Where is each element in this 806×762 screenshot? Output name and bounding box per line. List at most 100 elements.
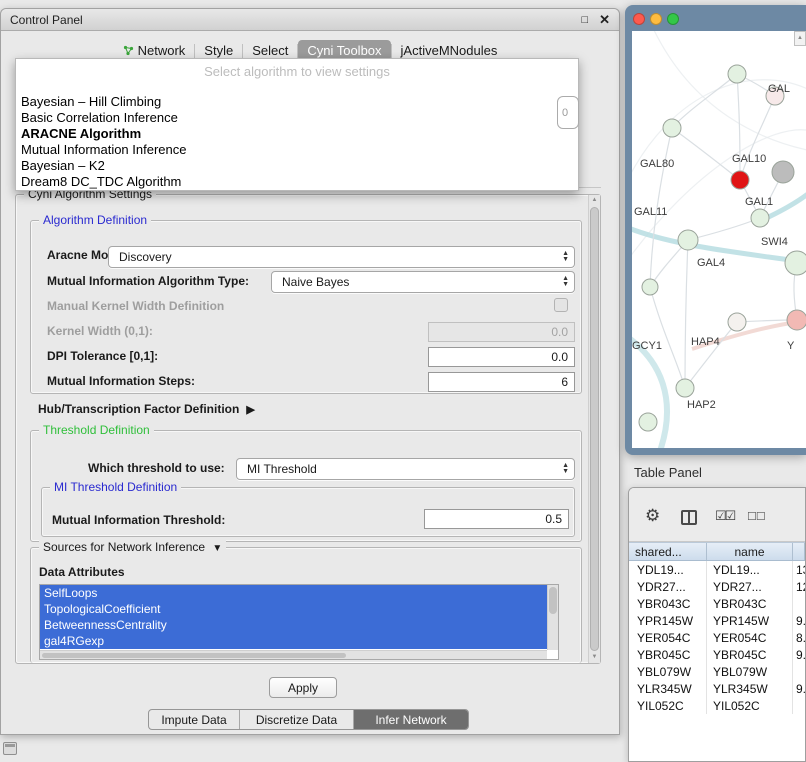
- tab-label: Impute Data: [161, 713, 226, 727]
- kernel-width-label: Kernel Width (0,1):: [47, 324, 153, 338]
- table-cell: 13: [793, 563, 805, 577]
- mi-threshold-field[interactable]: 0.5: [424, 509, 569, 529]
- minimize-traffic-light[interactable]: [650, 13, 662, 25]
- network-canvas[interactable]: ▲: [632, 31, 806, 448]
- network-node-red[interactable]: [731, 171, 749, 189]
- network-node[interactable]: [678, 230, 698, 250]
- table-row[interactable]: YER054C YER054C 8.: [629, 629, 805, 646]
- column-header-clipped[interactable]: [793, 543, 805, 560]
- list-horizontal-scrollbar[interactable]: [40, 650, 547, 659]
- table-row[interactable]: YBR043C YBR043C: [629, 595, 805, 612]
- apply-button[interactable]: Apply: [269, 677, 337, 698]
- field-value: 0.0: [551, 325, 568, 339]
- algorithm-option[interactable]: Dream8 DC_TDC Algorithm: [16, 174, 578, 190]
- table-row[interactable]: YPR145W YPR145W 9.: [629, 612, 805, 629]
- network-node-pink[interactable]: [787, 310, 806, 330]
- which-threshold-combobox[interactable]: MI Threshold ▲ ▼: [236, 458, 575, 480]
- table-row[interactable]: YIL052C YIL052C: [629, 697, 805, 714]
- table-cell: YDR27...: [629, 578, 707, 595]
- tab-label: Cyni Toolbox: [307, 43, 381, 58]
- manual-kernel-checkbox[interactable]: [554, 298, 568, 312]
- expanded-arrow-icon: ▼: [212, 543, 222, 554]
- field-value: 6: [561, 375, 568, 389]
- attribute-item-selected[interactable]: gal4RGexp: [40, 633, 547, 649]
- list-vertical-scrollbar[interactable]: [547, 585, 558, 650]
- table-row[interactable]: YLR345W YLR345W 9.: [629, 680, 805, 697]
- hub-transcription-section-toggle[interactable]: Hub/Transcription Factor Definition ▶: [38, 402, 255, 416]
- column-header-shared-name[interactable]: shared...: [629, 543, 707, 560]
- float-panel-icon[interactable]: [3, 742, 17, 755]
- network-node[interactable]: [676, 379, 694, 397]
- table-cell: YBR045C: [629, 646, 707, 663]
- float-icon[interactable]: □: [581, 14, 588, 26]
- network-node[interactable]: [663, 119, 681, 137]
- dpi-tolerance-label: DPI Tolerance [0,1]:: [47, 349, 158, 363]
- field-value: 0.5: [545, 512, 562, 526]
- combo-arrows-icon: ▲ ▼: [562, 276, 569, 288]
- data-attributes-list: SelfLoops TopologicalCoefficient Between…: [39, 584, 559, 660]
- threshold-definition-group: Threshold Definition Which threshold to …: [30, 430, 582, 542]
- attribute-item-selected[interactable]: BetweennessCentrality: [40, 617, 547, 633]
- scroll-down-icon[interactable]: ▼: [589, 652, 600, 663]
- network-edge: [685, 240, 688, 388]
- scrollbar-thumb[interactable]: [549, 587, 557, 614]
- canvas-scrollbar-stub[interactable]: ▲: [794, 31, 806, 46]
- scroll-up-icon[interactable]: ▲: [589, 195, 600, 206]
- mi-type-combobox[interactable]: Naive Bayes ▲ ▼: [271, 271, 575, 293]
- network-node[interactable]: [751, 209, 769, 227]
- network-edge: [672, 128, 740, 180]
- aracne-mode-combobox[interactable]: Discovery ▲ ▼: [108, 246, 575, 268]
- column-header-name[interactable]: name: [707, 543, 793, 560]
- node-label: GAL11: [634, 206, 667, 218]
- close-traffic-light[interactable]: [633, 13, 645, 25]
- kernel-width-field[interactable]: 0.0: [428, 322, 575, 342]
- table-cell: YLR345W: [707, 680, 793, 697]
- table-panel-window: ⚙ ☑☑ ☐☐ shared... name YDL19... YDL19...…: [628, 487, 806, 762]
- algorithm-option[interactable]: Basic Correlation Inference: [16, 110, 578, 126]
- zoom-traffic-light[interactable]: [667, 13, 679, 25]
- tab-discretize-data[interactable]: Discretize Data: [240, 710, 354, 729]
- bottom-tab-bar: Impute Data Discretize Data Infer Networ…: [148, 709, 469, 730]
- table-cell: YER054C: [707, 629, 793, 646]
- table-row[interactable]: YDL19... YDL19... 13: [629, 561, 805, 578]
- algorithm-option[interactable]: Mutual Information Inference: [16, 142, 578, 158]
- algorithm-option[interactable]: Bayesian – K2: [16, 158, 578, 174]
- algorithm-option[interactable]: Bayesian – Hill Climbing: [16, 94, 578, 110]
- deselect-all-icon[interactable]: ☐☐: [747, 510, 765, 523]
- close-icon[interactable]: ✕: [599, 12, 610, 28]
- network-node[interactable]: [728, 65, 746, 83]
- table-cell: YDL19...: [707, 561, 793, 578]
- network-node[interactable]: [728, 313, 746, 331]
- table-cell: YBR045C: [707, 646, 793, 663]
- dpi-tolerance-field[interactable]: 0.0: [428, 347, 575, 367]
- network-node-gray[interactable]: [772, 161, 794, 183]
- gear-icon[interactable]: ⚙: [645, 506, 660, 526]
- table-panel-title: Table Panel: [634, 465, 702, 480]
- tab-impute-data[interactable]: Impute Data: [149, 710, 240, 729]
- columns-icon[interactable]: [681, 510, 697, 525]
- collapsed-arrow-icon: ▶: [246, 403, 254, 416]
- network-node[interactable]: [785, 251, 806, 275]
- network-node[interactable]: [639, 413, 657, 431]
- node-label: SWI4: [761, 236, 788, 248]
- algorithm-option-selected[interactable]: ARACNE Algorithm: [16, 126, 578, 142]
- table-row[interactable]: YDR27... YDR27... 12: [629, 578, 805, 595]
- control-panel-titlebar[interactable]: Control Panel □ ✕: [1, 9, 619, 31]
- attribute-item-selected[interactable]: TopologicalCoefficient: [40, 601, 547, 617]
- attribute-item-selected[interactable]: SelfLoops: [40, 585, 547, 601]
- node-label: GAL80: [640, 158, 674, 170]
- table-cell: 9.: [793, 682, 805, 696]
- scrollbar-thumb[interactable]: [42, 653, 346, 658]
- mi-steps-field[interactable]: 6: [428, 372, 575, 392]
- scrollbar-thumb[interactable]: [590, 207, 599, 651]
- settings-scrollbar[interactable]: ▲ ▼: [588, 195, 600, 663]
- tab-label: Infer Network: [375, 713, 446, 727]
- network-node[interactable]: [642, 279, 658, 295]
- select-all-icon[interactable]: ☑☑: [715, 508, 734, 524]
- table-row[interactable]: YBR045C YBR045C 9.: [629, 646, 805, 663]
- tab-infer-network[interactable]: Infer Network: [354, 710, 468, 729]
- group-title-row[interactable]: Sources for Network Inference ▼: [39, 540, 226, 556]
- network-edge: [685, 322, 737, 388]
- table-cell: YLR345W: [629, 680, 707, 697]
- table-row[interactable]: YBL079W YBL079W: [629, 663, 805, 680]
